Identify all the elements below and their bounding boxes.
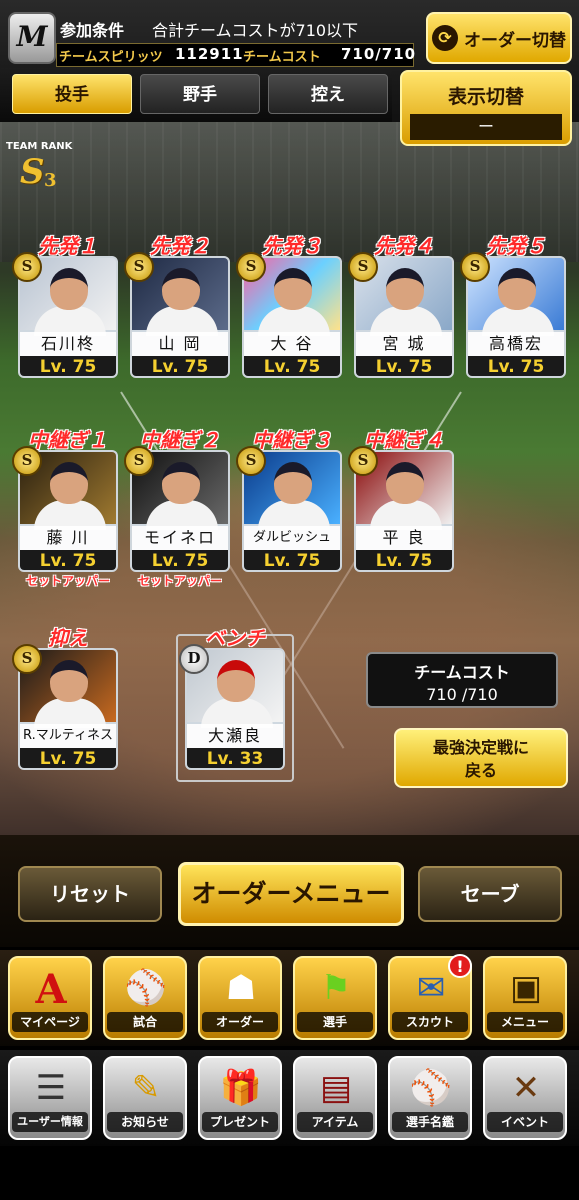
- player-name: ダルビッシュ: [244, 526, 340, 550]
- team-stats-bar: チームスピリッツ 112911 チームコスト 710/710: [56, 43, 417, 67]
- user-card-icon: ☰: [35, 1068, 67, 1108]
- player-level: Lv. 75: [20, 748, 116, 768]
- news-icon: ✎: [131, 1068, 161, 1108]
- grade-badge-icon: S: [348, 252, 378, 282]
- nav-label: メニュー: [487, 1012, 563, 1032]
- grade-badge-icon: S: [12, 644, 42, 674]
- grade-badge-icon: S: [348, 446, 378, 476]
- grade-badge-icon: S: [12, 252, 42, 282]
- nav-label: スカウト: [392, 1012, 468, 1032]
- cost-value: 710/710: [341, 45, 417, 63]
- nav-event[interactable]: ✕ イベント: [483, 1056, 567, 1140]
- nav-label: アイテム: [297, 1112, 373, 1132]
- grade-badge-icon: S: [124, 252, 154, 282]
- nav-label: 選手名鑑: [392, 1112, 468, 1132]
- nav-user-info[interactable]: ☰ ユーザー情報: [8, 1056, 92, 1140]
- team-rank-caption: TEAM RANK: [6, 141, 73, 152]
- player-name: 藤 川: [20, 526, 116, 550]
- directory-icon: ⚾: [409, 1068, 453, 1108]
- stadium-icon: ⚾: [124, 968, 168, 1008]
- display-switch-value: ー: [410, 114, 562, 140]
- condition-text: 合計チームコストが710以下: [152, 21, 359, 40]
- player-level: Lv. 75: [132, 550, 228, 570]
- grade-badge-icon: S: [236, 446, 266, 476]
- team-logo: M: [8, 12, 56, 64]
- return-to-tournament-button[interactable]: 最強決定戦に 戻る: [394, 728, 568, 788]
- scout-notification-badge: !: [448, 954, 472, 978]
- display-switch-button[interactable]: 表示切替 ー: [400, 70, 572, 146]
- nav-player[interactable]: ⚑ 選手: [293, 956, 377, 1040]
- player-name: 石川柊: [20, 332, 116, 356]
- return-line-1: 最強決定戦に: [432, 738, 529, 757]
- condition-label: 参加条件: [60, 21, 125, 40]
- nav-label: ユーザー情報: [12, 1112, 88, 1132]
- nav-label: 試合: [107, 1012, 183, 1032]
- order-switch-button[interactable]: ⟳ オーダー切替: [426, 12, 572, 64]
- player-level: Lv. 75: [20, 356, 116, 376]
- player-name: 高橋宏: [468, 332, 564, 356]
- nav-player-directory[interactable]: ⚾ 選手名鑑: [388, 1056, 472, 1140]
- nav-label: オーダー: [202, 1012, 278, 1032]
- nav-order[interactable]: ☗ オーダー: [198, 956, 282, 1040]
- lineup-icon: ☗: [225, 968, 257, 1008]
- grade-badge-icon: S: [12, 446, 42, 476]
- nav-menu[interactable]: ▣ メニュー: [483, 956, 567, 1040]
- team-cost-label: チームコスト: [414, 663, 510, 682]
- player-level: Lv. 75: [244, 550, 340, 570]
- reset-button[interactable]: リセット: [18, 866, 162, 922]
- order-switch-label: オーダー切替: [464, 30, 566, 51]
- nav-game[interactable]: ⚾ 試合: [103, 956, 187, 1040]
- player-name: 大瀬良: [187, 724, 283, 748]
- player-role: セットアッパー: [25, 574, 110, 588]
- cycle-icon: ⟳: [432, 25, 458, 51]
- save-button[interactable]: セーブ: [418, 866, 562, 922]
- grade-badge-icon: D: [179, 644, 209, 674]
- spirits-label: チームスピリッツ: [59, 50, 163, 65]
- tab-reserve[interactable]: 控え: [268, 74, 388, 114]
- player-name: 大 谷: [244, 332, 340, 356]
- grade-badge-icon: S: [124, 446, 154, 476]
- player-name: 宮 城: [356, 332, 452, 356]
- player-level: Lv. 75: [20, 550, 116, 570]
- nav-present[interactable]: 🎁 プレゼント: [198, 1056, 282, 1140]
- player-level: Lv. 75: [244, 356, 340, 376]
- nav-label: 選手: [297, 1012, 373, 1032]
- player-icon: ⚑: [320, 968, 352, 1008]
- player-level: Lv. 75: [132, 356, 228, 376]
- mypage-icon: A: [35, 966, 67, 1013]
- team-rank-value: S: [20, 152, 45, 192]
- player-name: R.マルティネス: [20, 724, 116, 748]
- gift-icon: 🎁: [219, 1068, 263, 1108]
- player-name: 平 良: [356, 526, 452, 550]
- player-level: Lv. 75: [356, 356, 452, 376]
- nav-news[interactable]: ✎ お知らせ: [103, 1056, 187, 1140]
- player-level: Lv. 75: [468, 356, 564, 376]
- crossed-bats-icon: ✕: [511, 1068, 541, 1108]
- team-rank-sub: 3: [44, 170, 57, 191]
- player-name: 山 岡: [132, 332, 228, 356]
- nav-label: お知らせ: [107, 1112, 183, 1132]
- nav-item[interactable]: ▤ アイテム: [293, 1056, 377, 1140]
- display-switch-label: 表示切替: [447, 86, 524, 108]
- player-level: Lv. 75: [356, 550, 452, 570]
- nav-mypage[interactable]: A マイページ: [8, 956, 92, 1040]
- team-cost-value: 710 /710: [426, 685, 498, 704]
- tab-pitcher[interactable]: 投手: [12, 74, 132, 114]
- grade-badge-icon: S: [460, 252, 490, 282]
- cost-label: チームコスト: [243, 50, 321, 65]
- item-icon: ▤: [319, 1068, 353, 1108]
- nav-label: プレゼント: [202, 1112, 278, 1132]
- team-cost-panel: チームコスト 710 /710: [366, 652, 558, 708]
- order-menu-button[interactable]: オーダーメニュー: [178, 862, 404, 926]
- spirits-value: 112911: [175, 45, 244, 63]
- menu-icon: ▣: [509, 968, 543, 1008]
- player-level: Lv. 33: [187, 748, 283, 768]
- nav-label: イベント: [487, 1112, 563, 1132]
- grade-badge-icon: S: [236, 252, 266, 282]
- tab-fielder[interactable]: 野手: [140, 74, 260, 114]
- return-line-2: 戻る: [464, 761, 497, 780]
- player-role: セットアッパー: [137, 574, 222, 588]
- nav-label: マイページ: [12, 1012, 88, 1032]
- player-name: モイネロ: [132, 526, 228, 550]
